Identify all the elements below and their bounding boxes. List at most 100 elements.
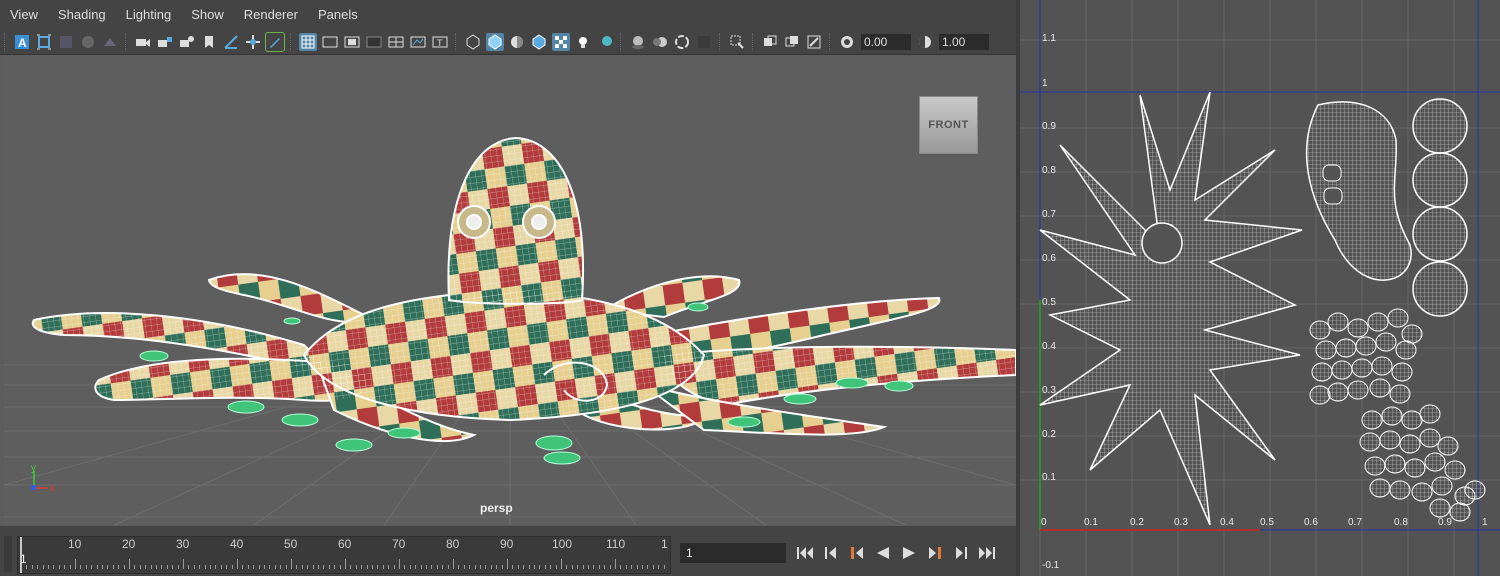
uv-shell-tentacles [1039, 91, 1303, 526]
exposure-icon[interactable] [838, 33, 856, 51]
default-material-icon[interactable] [508, 33, 526, 51]
timeline-tick [404, 565, 406, 569]
lights-icon[interactable] [574, 33, 592, 51]
camera-icon[interactable] [134, 33, 152, 51]
xray-joints-icon[interactable] [783, 33, 801, 51]
move-pivot-icon[interactable] [244, 33, 262, 51]
timeline-tick [366, 565, 368, 569]
tick-label: 10 [68, 537, 82, 551]
menu-view[interactable]: View [0, 0, 48, 30]
timeline-tick [442, 565, 444, 569]
timeline-tick [58, 565, 60, 569]
motion-blur-icon[interactable] [651, 33, 669, 51]
bookmarks-icon[interactable] [57, 33, 75, 51]
wireframe-on-shaded-icon[interactable] [530, 33, 548, 51]
timeline-tick [604, 565, 606, 569]
tick-label: 40 [230, 537, 244, 551]
timeline-tick [431, 565, 433, 569]
image-plane-icon[interactable] [79, 33, 97, 51]
menu-panels[interactable]: Panels [308, 0, 368, 30]
camera-attributes-icon[interactable] [35, 33, 53, 51]
ambient-occlusion-icon[interactable] [629, 33, 647, 51]
exposure-field[interactable]: 0.00 [861, 34, 911, 50]
uv-x-label: 0.5 [1260, 517, 1274, 528]
go-to-end-icon[interactable] [977, 544, 997, 562]
timeline-tick [64, 565, 66, 569]
uv-cup-shell [1369, 378, 1391, 398]
play-forward-icon[interactable] [899, 544, 919, 562]
go-to-start-icon[interactable] [795, 544, 815, 562]
gate-mask-icon[interactable] [365, 33, 383, 51]
toolbar-separator [829, 33, 832, 51]
timeline-tick [620, 565, 622, 569]
timeline-handle[interactable] [4, 536, 12, 572]
timeline-tick [372, 565, 373, 569]
field-chart-icon[interactable] [387, 33, 405, 51]
timeline-tick [307, 565, 309, 569]
uv-cup-shell [1369, 478, 1391, 498]
grid-snap-icon[interactable] [222, 33, 240, 51]
timeline-tick [636, 565, 638, 569]
timeline-tick [199, 565, 201, 569]
menu-show[interactable]: Show [181, 0, 234, 30]
menu-renderer[interactable]: Renderer [234, 0, 308, 30]
view-cube-front[interactable]: FRONT [919, 96, 978, 154]
perspective-viewport-panel[interactable]: View Shading Lighting Show Renderer Pane… [0, 0, 1016, 576]
select-camera-icon[interactable]: A [13, 33, 31, 51]
pencil-icon[interactable] [265, 32, 285, 52]
menu-shading[interactable]: Shading [48, 0, 116, 30]
timeline-tick [123, 565, 125, 569]
uv-y-label: 0.1 [1042, 472, 1056, 483]
timeline-tick [420, 565, 422, 569]
smooth-shade-icon[interactable] [486, 33, 504, 51]
safe-action-icon[interactable] [409, 33, 427, 51]
gamma-field[interactable]: 1.00 [939, 34, 989, 50]
grid-toggle-icon[interactable] [299, 33, 317, 51]
camera-view-icon[interactable] [178, 33, 196, 51]
3d-scene-view[interactable] [4, 55, 1016, 525]
step-forward-key-icon[interactable] [951, 544, 971, 562]
textured-icon[interactable] [552, 33, 570, 51]
timeline-tick [474, 565, 476, 569]
timeline-tick [177, 565, 179, 569]
timeline-tick [150, 565, 152, 569]
uv-cup-shell [1375, 332, 1397, 352]
menu-lighting[interactable]: Lighting [116, 0, 182, 30]
anti-aliasing-icon[interactable] [673, 33, 691, 51]
timeline-tick [318, 565, 319, 569]
timeline-tick [226, 565, 228, 569]
time-slider[interactable]: 10 20 30 40 50 60 70 80 90 100 110 1 1 1 [0, 526, 1016, 576]
safe-title-icon[interactable]: T [431, 33, 449, 51]
uv-cup-shell [1395, 340, 1417, 360]
play-backward-icon[interactable] [873, 544, 893, 562]
timeline-tick [555, 565, 557, 569]
film-gate-icon[interactable] [321, 33, 339, 51]
isolate-select-icon[interactable] [728, 33, 746, 51]
step-forward-frame-icon[interactable] [925, 544, 945, 562]
depth-of-field-icon[interactable] [695, 33, 713, 51]
2d-pan-zoom-icon[interactable] [101, 33, 119, 51]
timeline-tick [323, 565, 325, 569]
timeline-tick [274, 565, 276, 569]
timeline-ruler[interactable]: 10 20 30 40 50 60 70 80 90 100 110 1 [17, 536, 671, 574]
step-back-key-icon[interactable] [821, 544, 841, 562]
timeline-tick [31, 565, 33, 569]
tick-label: 100 [552, 537, 573, 551]
camera-lock-icon[interactable] [156, 33, 174, 51]
step-back-frame-icon[interactable] [847, 544, 867, 562]
resolution-gate-icon[interactable] [343, 33, 361, 51]
backface-culling-icon[interactable] [805, 33, 823, 51]
uv-editor-panel[interactable]: 1.1 1 0.9 0.8 0.7 0.6 0.5 0.4 0.3 0.2 0.… [1020, 0, 1500, 576]
shadows-icon[interactable] [596, 33, 614, 51]
timeline-tick [453, 559, 454, 569]
current-frame-field[interactable]: 1 [680, 543, 786, 563]
timeline-tick [345, 559, 346, 569]
wireframe-icon[interactable] [464, 33, 482, 51]
tick-label: 90 [500, 537, 514, 551]
uv-y-label: 1.1 [1042, 33, 1056, 44]
gamma-icon[interactable] [916, 33, 934, 51]
panel-menu-bar: View Shading Lighting Show Renderer Pane… [0, 0, 1016, 30]
xray-icon[interactable] [761, 33, 779, 51]
bookmark-icon[interactable] [200, 33, 218, 51]
timeline-tick [507, 559, 508, 569]
